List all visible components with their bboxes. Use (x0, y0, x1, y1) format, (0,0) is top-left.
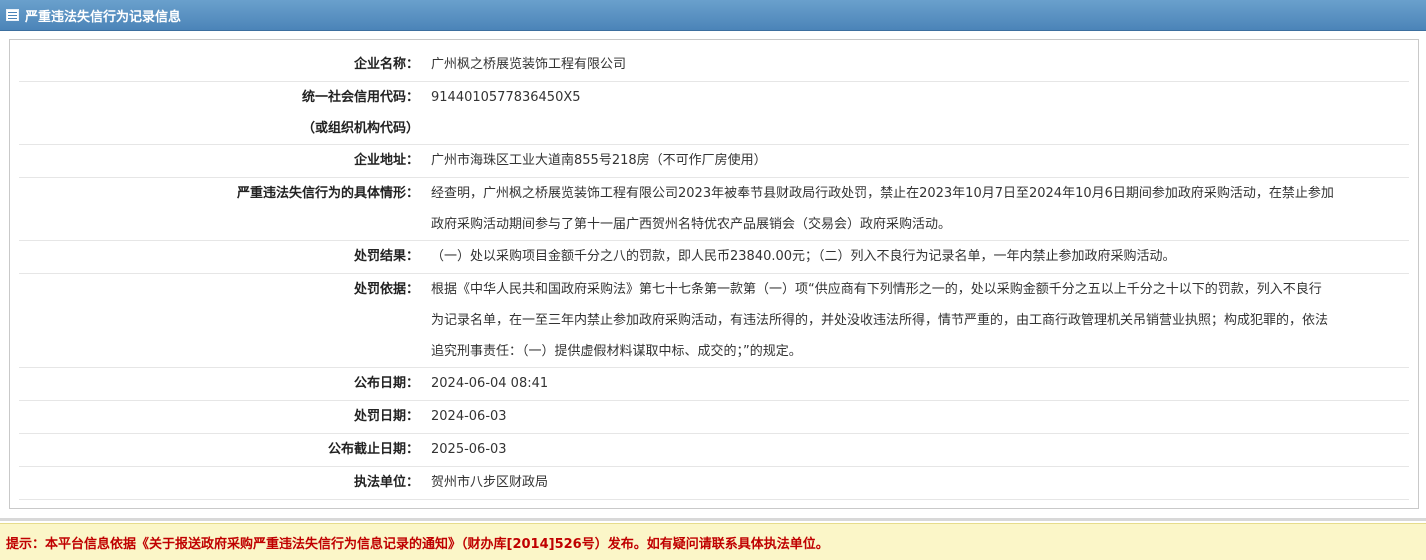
enforcement-unit-value: 贺州市八步区财政局 (431, 466, 1409, 500)
penalty-result-value: （一）处以采购项目金额千分之八的罚款，即人民币23840.00元；（二）列入不良… (431, 240, 1409, 274)
text-line: 为记录名单，在一至三年内禁止参加政府采购活动，有违法所得的，并处没收违法所得，情… (431, 313, 1329, 328)
table-row-enforcement-unit: 执法单位： 贺州市八步区财政局 (19, 466, 1409, 500)
field-label: 统一社会信用代码： （或组织机构代码） (19, 81, 431, 145)
text-line: 追究刑事责任：（一）提供虚假材料谋取中标、成交的；”的规定。 (431, 344, 802, 359)
credit-code-label-sub: （或组织机构代码） (301, 121, 419, 136)
divider (0, 518, 1426, 521)
table-row-address: 企业地址： 广州市海珠区工业大道南855号218房（不可作厂房使用） (19, 144, 1409, 178)
field-label: 处罚日期： (19, 400, 431, 434)
field-label: 公布截止日期： (19, 433, 431, 467)
table-row-expiry-date: 公布截止日期： 2025-06-03 (19, 433, 1409, 467)
table-row-penalty-result: 处罚结果： （一）处以采购项目金额千分之八的罚款，即人民币23840.00元；（… (19, 240, 1409, 274)
field-label: 执法单位： (19, 466, 431, 500)
table-row-company-name: 企业名称： 广州枫之桥展览装饰工程有限公司 (19, 49, 1409, 82)
credit-code-value: 9144010577836450X5 (431, 81, 1409, 145)
section-title: 严重违法失信行为记录信息 (25, 9, 182, 25)
credit-code-label: 统一社会信用代码： (301, 90, 419, 105)
info-panel: 企业名称： 广州枫之桥展览装饰工程有限公司 统一社会信用代码： （或组织机构代码… (9, 39, 1419, 509)
text-line: 经查明，广州枫之桥展览装饰工程有限公司2023年被奉节县财政局行政处罚，禁止在2… (431, 186, 1334, 201)
publish-date-value: 2024-06-04 08:41 (431, 367, 1409, 401)
notice-text: 提示：本平台信息依据《关于报送政府采购严重违法失信行为信息记录的通知》（财办库[… (6, 536, 829, 552)
text-line: 政府采购活动期间参与了第十一届广西贺州名特优农产品展销会（交易会）政府采购活动。 (431, 217, 952, 232)
info-table: 企业名称： 广州枫之桥展览装饰工程有限公司 统一社会信用代码： （或组织机构代码… (19, 49, 1409, 500)
violation-detail-value: 经查明，广州枫之桥展览装饰工程有限公司2023年被奉节县财政局行政处罚，禁止在2… (431, 177, 1409, 241)
penalty-date-value: 2024-06-03 (431, 400, 1409, 434)
field-label: 企业地址： (19, 144, 431, 178)
table-icon (6, 9, 19, 21)
field-label: 处罚依据： (19, 273, 431, 368)
table-row-penalty-date: 处罚日期： 2024-06-03 (19, 400, 1409, 434)
expiry-date-value: 2025-06-03 (431, 433, 1409, 467)
table-row-penalty-basis: 处罚依据： 根据《中华人民共和国政府采购法》第七十七条第一款第（一）项“供应商有… (19, 273, 1409, 368)
field-label: 公布日期： (19, 367, 431, 401)
table-row-credit-code: 统一社会信用代码： （或组织机构代码） 9144010577836450X5 (19, 81, 1409, 145)
field-label: 严重违法失信行为的具体情形： (19, 177, 431, 241)
notice-bar: 提示：本平台信息依据《关于报送政府采购严重违法失信行为信息记录的通知》（财办库[… (0, 523, 1426, 560)
company-name-value: 广州枫之桥展览装饰工程有限公司 (431, 49, 1409, 82)
field-label: 企业名称： (19, 49, 431, 82)
section-header: 严重违法失信行为记录信息 (0, 0, 1426, 31)
field-label: 处罚结果： (19, 240, 431, 274)
text-line: 根据《中华人民共和国政府采购法》第七十七条第一款第（一）项“供应商有下列情形之一… (431, 282, 1322, 297)
table-row-violation-detail: 严重违法失信行为的具体情形： 经查明，广州枫之桥展览装饰工程有限公司2023年被… (19, 177, 1409, 241)
table-row-publish-date: 公布日期： 2024-06-04 08:41 (19, 367, 1409, 401)
address-value: 广州市海珠区工业大道南855号218房（不可作厂房使用） (431, 144, 1409, 178)
penalty-basis-value: 根据《中华人民共和国政府采购法》第七十七条第一款第（一）项“供应商有下列情形之一… (431, 273, 1409, 368)
